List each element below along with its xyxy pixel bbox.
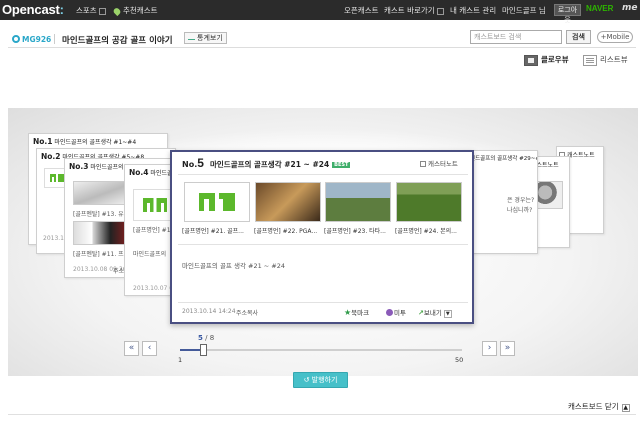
list-view-toggle[interactable]: 리스트뷰 (583, 54, 628, 66)
link-opencast[interactable]: 오픈캐스트 (344, 5, 379, 16)
card-text: 나십니까? (507, 207, 533, 214)
divider (8, 47, 636, 48)
send-button[interactable]: ↗보내기 ▼ (418, 307, 452, 318)
note-icon (420, 161, 426, 167)
link-my-cast[interactable]: 내 캐스트 관리 (450, 5, 496, 16)
item-caption[interactable]: [골프명언] #23. 타타... (324, 226, 394, 235)
link-cast-shortcut[interactable]: 캐스트 바로가기 (384, 5, 444, 16)
mobile-button[interactable]: +Mobile (597, 31, 633, 43)
card-caption: [골프명언] #1 (133, 227, 171, 234)
page-indicator: 5 / 8 (198, 334, 215, 342)
cover-view-icon (524, 54, 538, 66)
nav-recommended[interactable]: 추천캐스트 (112, 5, 158, 16)
card-date: 2013.10.14 14:24 (182, 308, 236, 315)
metoo-button[interactable]: 미투 (386, 307, 406, 317)
global-topbar: Opencast: 스포츠 추천캐스트 오픈캐스트 캐스트 바로가기 내 캐스트… (0, 0, 640, 24)
golf-bag-thumbnail (73, 221, 127, 245)
link-user[interactable]: 마인드골프 님 (502, 5, 546, 16)
bar-chart-icon (188, 34, 195, 40)
card-title: No.3 마인드골프의 골 (69, 162, 131, 171)
channel-id[interactable]: MG926 (12, 35, 51, 44)
card-title: 마인드골프의 골프생각 #29~#32 (465, 156, 537, 162)
slider-handle[interactable] (200, 344, 207, 356)
card-title: No.1 마인드골프의 골프생각 #1~#4 (33, 137, 137, 146)
castnote-button[interactable]: 캐스터노트 (420, 158, 458, 168)
prev-page-button[interactable]: ‹ (142, 341, 157, 356)
divider (178, 302, 468, 303)
nav-sports[interactable]: 스포츠 (76, 5, 106, 16)
divider (178, 174, 468, 175)
first-page-button[interactable]: « (124, 341, 139, 356)
chevron-up-icon: ▲ (621, 404, 630, 412)
cover-view-toggle[interactable]: 클로우뷰 (524, 54, 569, 66)
item-caption[interactable]: [골프명언] #22. PGA... (254, 226, 324, 235)
dropdown-icon (98, 7, 106, 15)
card-text: 은 경우는? (507, 197, 535, 204)
page-slider[interactable] (180, 344, 462, 356)
copy-address-link[interactable]: 주소복사 (236, 308, 258, 317)
item-thumbnail[interactable] (184, 182, 250, 222)
mindgolf-logo (185, 183, 249, 221)
list-view-icon (583, 54, 597, 66)
item-thumbnail[interactable] (396, 182, 462, 222)
card-summary: 마인드골프의 골프 생각 #21 ~ #24 (182, 262, 286, 270)
last-page-button[interactable]: » (500, 341, 515, 356)
dropdown-icon (436, 7, 444, 15)
castboard-search-input[interactable]: 캐스트보드 검색 (470, 30, 562, 44)
card-address: 주소 (113, 268, 125, 275)
card-caption: [골프멘탈] #13. 유호 (73, 211, 130, 218)
card-number: No.5 (182, 156, 204, 170)
card-summary: 마인드골프의 (133, 251, 167, 258)
publish-button[interactable]: ↺ 발행하기 (293, 372, 348, 388)
bookmark-button[interactable]: ★북마크 (344, 307, 369, 317)
card-title[interactable]: 마인드골프의 골프생각 #21 ~ #24 BEST (210, 159, 351, 170)
slider-max-label: 50 (455, 356, 464, 364)
location-pin-icon (112, 6, 122, 16)
more-menu[interactable]: me (622, 3, 637, 13)
search-button[interactable]: 검색 (566, 30, 591, 44)
channel-ring-icon (12, 35, 20, 43)
slider-min-label: 1 (178, 356, 183, 364)
item-thumbnail[interactable] (255, 182, 321, 222)
channel-header: MG926 마인드골프의 공감 골프 이야기 통계보기 캐스트보드 검색 검색 … (0, 26, 640, 52)
item-caption[interactable]: [골프명언] #24. 본의... (395, 226, 465, 235)
best-badge: BEST (332, 162, 351, 168)
divider (8, 414, 636, 415)
channel-title[interactable]: 마인드골프의 공감 골프 이야기 (62, 34, 173, 46)
publish-icon: ↺ (303, 376, 312, 384)
divider (54, 34, 55, 44)
card-caption: [골프멘탈] #11. 프 (73, 251, 124, 258)
item-caption[interactable]: [골프명언] #21. 골프... (182, 226, 252, 235)
opencast-logo[interactable]: Opencast: (2, 2, 64, 17)
item-thumbnail[interactable] (325, 182, 391, 222)
metoo-icon (386, 309, 393, 316)
logout-button[interactable]: 로그아웃 (554, 4, 581, 24)
stats-button[interactable]: 통계보기 (184, 32, 227, 44)
golf-club-thumbnail (73, 181, 127, 205)
naver-logo[interactable]: NAVER (586, 4, 613, 13)
next-page-button[interactable]: › (482, 341, 497, 356)
close-castboard-button[interactable]: 캐스트보드 닫기 ▲ (568, 401, 630, 412)
divider (178, 244, 468, 245)
cast-card-5-selected[interactable]: No.5 마인드골프의 골프생각 #21 ~ #24 BEST 캐스터노트 [골프… (170, 150, 474, 324)
chevron-down-icon[interactable]: ▼ (443, 310, 452, 318)
